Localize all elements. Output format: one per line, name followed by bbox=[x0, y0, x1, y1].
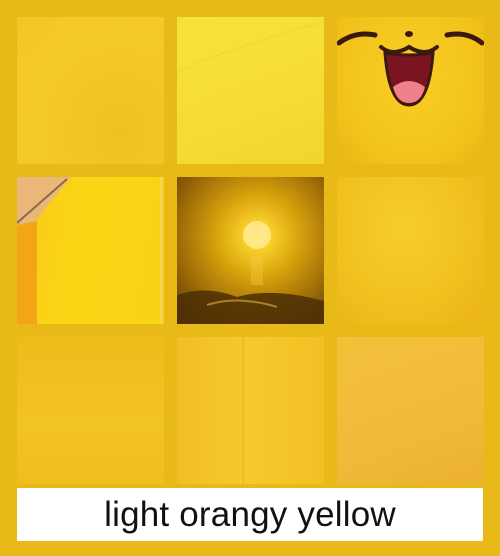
tile-yellow-textured-surface bbox=[17, 337, 164, 484]
color-collage: light orangy yellow bbox=[0, 0, 500, 556]
tile-yellow-wall-with-roof-edge bbox=[17, 177, 164, 324]
surface-line-decoration bbox=[177, 21, 324, 73]
tile-smiling-cartoon-face bbox=[337, 17, 484, 164]
cartoon-face-icon bbox=[337, 31, 484, 107]
tile-pale-yellow-surface bbox=[177, 17, 324, 164]
tile-yellow-wall bbox=[17, 17, 164, 164]
tile-yellow-gradient bbox=[337, 177, 484, 324]
caption-bar: light orangy yellow bbox=[17, 488, 483, 541]
roof-edge-decoration bbox=[17, 177, 162, 324]
tile-light-orange-surface bbox=[337, 337, 484, 484]
tile-golden-sunset-over-water bbox=[177, 177, 324, 324]
caption-text: light orangy yellow bbox=[104, 494, 396, 534]
paper-fold-decoration bbox=[242, 337, 244, 484]
tile-yellow-paper bbox=[177, 337, 324, 484]
sunset-scene-illustration bbox=[177, 221, 324, 324]
